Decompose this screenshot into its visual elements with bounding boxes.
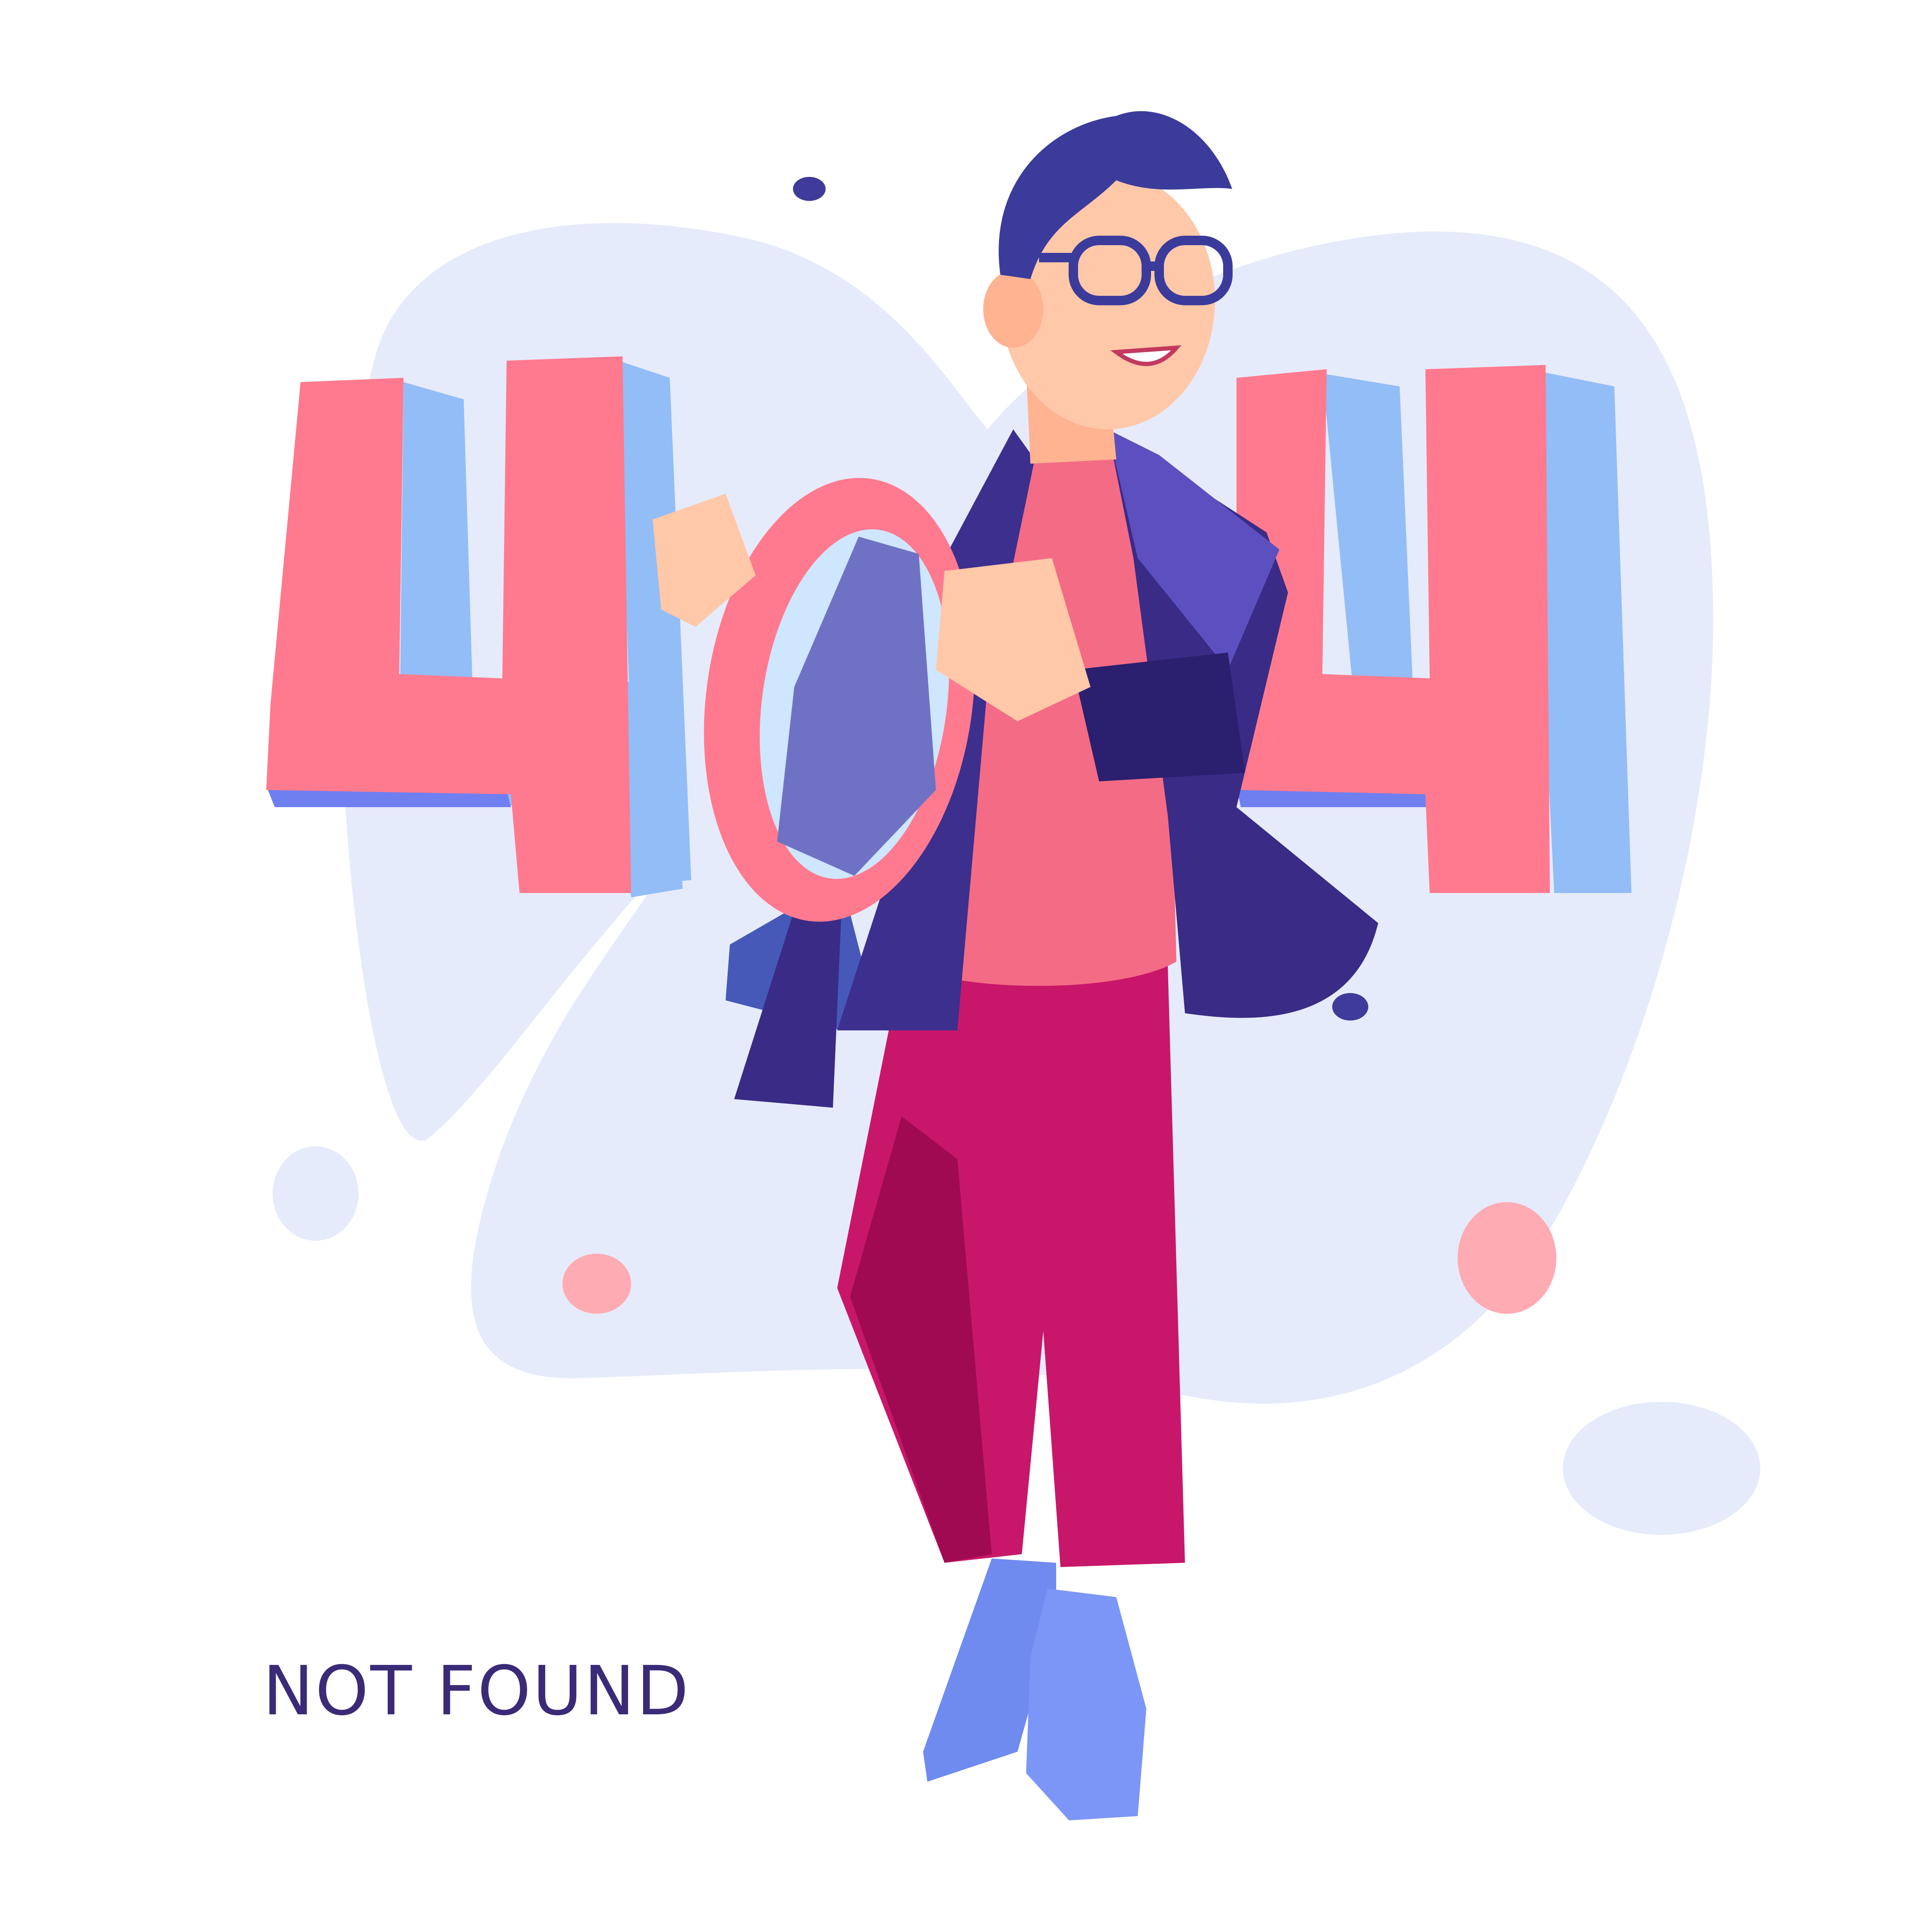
scene-svg bbox=[266, 111, 1760, 1820]
background-dot bbox=[1563, 1402, 1760, 1535]
background-dot bbox=[562, 1254, 631, 1314]
shoe-right bbox=[1026, 1589, 1146, 1820]
background-dot bbox=[1332, 993, 1368, 1021]
not-found-caption: NOT FOUND bbox=[263, 1652, 691, 1731]
background-dot bbox=[1458, 1202, 1556, 1314]
background-dot bbox=[793, 177, 826, 201]
background-dot bbox=[273, 1146, 358, 1241]
illustration-404: NOT FOUND bbox=[0, 0, 1932, 1932]
